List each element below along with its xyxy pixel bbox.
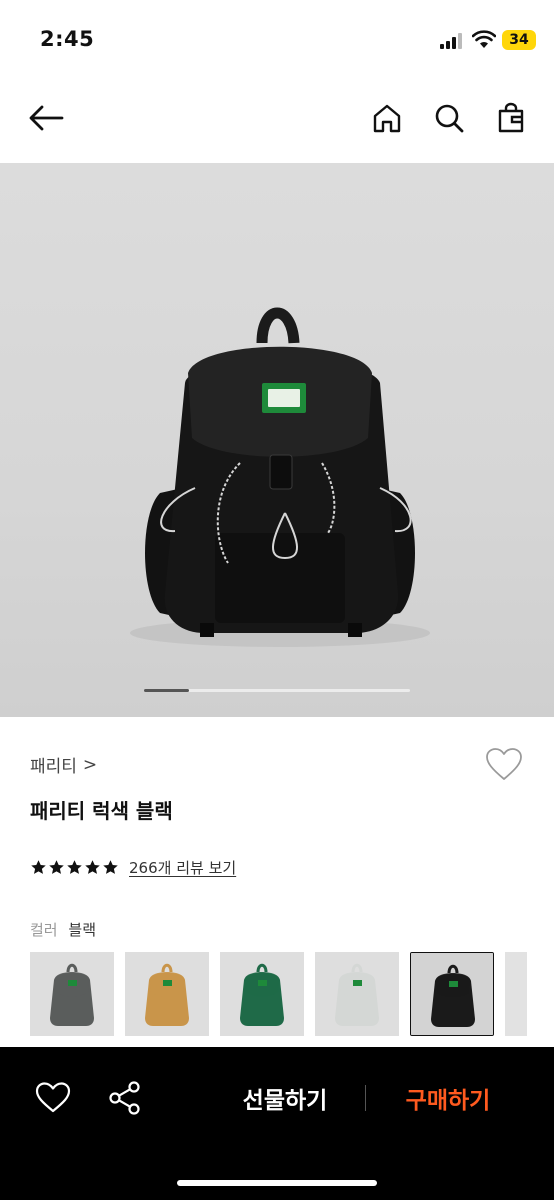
wishlist-button[interactable] <box>484 745 524 785</box>
shopping-bag-icon <box>498 102 524 133</box>
color-selector-label: 컬러 블랙 <box>30 919 96 940</box>
backpack-image <box>130 307 430 647</box>
status-time: 2:45 <box>40 27 95 51</box>
color-value: 블랙 <box>68 921 96 939</box>
backpack-thumbnail <box>125 952 209 1036</box>
carousel-progress <box>144 689 190 692</box>
color-swatch[interactable] <box>220 952 304 1036</box>
home-indicator <box>177 1180 377 1186</box>
search-icon <box>435 104 464 133</box>
home-button[interactable] <box>365 96 409 140</box>
bottom-action-bar: 선물하기 구매하기 <box>0 1047 554 1200</box>
shopping-bag-button[interactable] <box>489 96 533 140</box>
color-swatch[interactable] <box>125 952 209 1036</box>
backpack-thumbnail <box>220 952 304 1036</box>
status-bar: 2:45 34 <box>0 0 554 80</box>
star-icon <box>85 859 100 874</box>
cellular-signal-icon <box>440 33 462 49</box>
backpack-thumbnail <box>30 952 114 1036</box>
image-carousel-indicator <box>144 689 410 692</box>
share-icon <box>109 1081 140 1115</box>
color-swatches <box>30 952 554 1038</box>
back-button[interactable] <box>24 96 68 140</box>
review-link[interactable]: 266개 리뷰 보기 <box>129 857 236 878</box>
star-icon <box>67 859 82 874</box>
search-button[interactable] <box>427 96 471 140</box>
share-button[interactable] <box>106 1079 144 1117</box>
heart-icon <box>35 1082 71 1113</box>
color-swatch[interactable] <box>315 952 399 1036</box>
star-icon <box>31 859 46 874</box>
chevron-right-icon: > <box>82 754 98 775</box>
backpack-thumbnail <box>315 952 399 1036</box>
star-icon <box>103 859 118 874</box>
home-icon <box>373 104 401 133</box>
backpack-thumbnail <box>411 953 493 1035</box>
wifi-icon <box>472 30 496 48</box>
gift-button[interactable]: 선물하기 <box>225 1081 345 1115</box>
button-divider <box>365 1085 366 1111</box>
color-swatch[interactable] <box>410 952 494 1036</box>
bottom-wishlist-button[interactable] <box>34 1080 72 1116</box>
back-arrow-icon <box>29 105 64 131</box>
product-name: 패리티 럭색 블랙 <box>30 799 173 823</box>
heart-icon <box>486 748 522 780</box>
product-image[interactable] <box>0 163 554 717</box>
buy-button[interactable]: 구매하기 <box>388 1081 508 1115</box>
brand-name: 패리티 <box>30 757 77 777</box>
rating-row: 266개 리뷰 보기 <box>30 855 236 879</box>
rating-stars <box>30 859 119 876</box>
brand-link[interactable]: 패리티 > <box>30 752 98 778</box>
color-swatch[interactable] <box>30 952 114 1036</box>
top-navigation <box>0 88 554 152</box>
star-icon <box>49 859 64 874</box>
color-label: 컬러 <box>30 921 58 939</box>
color-swatch-partial[interactable] <box>505 952 527 1036</box>
battery-indicator: 34 <box>502 30 536 50</box>
